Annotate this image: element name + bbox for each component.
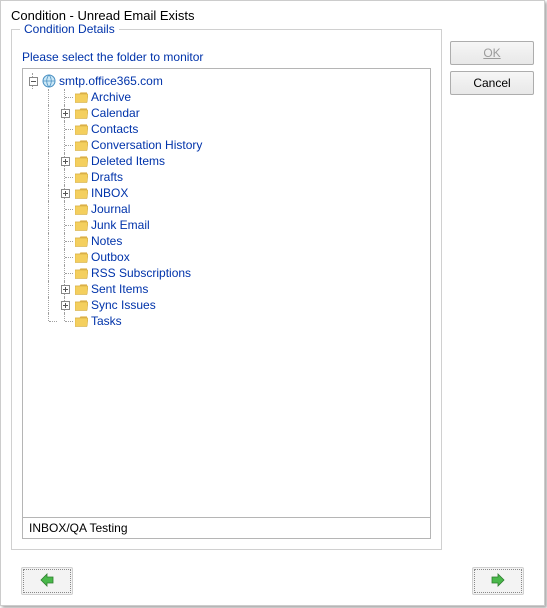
tree-node-label: Drafts: [89, 170, 123, 184]
folder-icon: [73, 217, 89, 233]
back-button[interactable]: [21, 567, 73, 595]
globe-icon: [41, 73, 57, 89]
folder-icon: [73, 265, 89, 281]
tree-folder-node[interactable]: Contacts: [25, 121, 428, 137]
tree-node-label: Archive: [89, 90, 131, 104]
tree-folder-node[interactable]: RSS Subscriptions: [25, 265, 428, 281]
tree-folder-node[interactable]: Notes: [25, 233, 428, 249]
tree-node-label: Journal: [89, 202, 130, 216]
folder-icon: [73, 185, 89, 201]
condition-details-group: Condition Details Please select the fold…: [11, 29, 442, 550]
cancel-button-label: Cancel: [473, 76, 510, 90]
folder-icon: [73, 201, 89, 217]
tree-node-label: RSS Subscriptions: [89, 266, 191, 280]
expand-icon[interactable]: [61, 157, 70, 166]
folder-icon: [73, 233, 89, 249]
folder-icon: [73, 137, 89, 153]
tree-folder-node[interactable]: INBOX: [25, 185, 428, 201]
tree-node-label: Calendar: [89, 106, 140, 120]
selected-path: INBOX/QA Testing: [22, 518, 431, 539]
folder-icon: [73, 105, 89, 121]
tree-node-label: smtp.office365.com: [57, 74, 163, 88]
tree-node-label: Outbox: [89, 250, 130, 264]
tree-node-label: Conversation History: [89, 138, 202, 152]
arrow-left-icon: [39, 573, 55, 590]
tree-folder-node[interactable]: Outbox: [25, 249, 428, 265]
tree-node-label: INBOX: [89, 186, 128, 200]
tree-folder-node[interactable]: Calendar: [25, 105, 428, 121]
tree-folder-node[interactable]: Sent Items: [25, 281, 428, 297]
tree-folder-node[interactable]: Sync Issues: [25, 297, 428, 313]
tree-folder-node[interactable]: Conversation History: [25, 137, 428, 153]
tree-folder-node[interactable]: Archive: [25, 89, 428, 105]
tree-folder-node[interactable]: Tasks: [25, 313, 428, 329]
ok-button-label: OK: [483, 46, 500, 60]
tree-node-label: Tasks: [89, 314, 122, 328]
folder-icon: [73, 297, 89, 313]
tree-folder-node[interactable]: Deleted Items: [25, 153, 428, 169]
expand-icon[interactable]: [61, 301, 70, 310]
tree-node-label: Notes: [89, 234, 122, 248]
tree-node-label: Junk Email: [89, 218, 150, 232]
tree-node-label: Sync Issues: [89, 298, 156, 312]
collapse-icon[interactable]: [29, 77, 38, 86]
folder-icon: [73, 153, 89, 169]
tree-folder-node[interactable]: Journal: [25, 201, 428, 217]
tree-folder-node[interactable]: Drafts: [25, 169, 428, 185]
tree-folder-node[interactable]: Junk Email: [25, 217, 428, 233]
tree-node-label: Deleted Items: [89, 154, 165, 168]
folder-icon: [73, 121, 89, 137]
prompt-label: Please select the folder to monitor: [22, 50, 431, 64]
folder-tree[interactable]: smtp.office365.com Archive Calendar Contact…: [22, 68, 431, 518]
expand-icon[interactable]: [61, 189, 70, 198]
arrow-right-icon: [490, 573, 506, 590]
ok-button[interactable]: OK: [450, 41, 534, 65]
expand-icon[interactable]: [61, 109, 70, 118]
tree-root-node[interactable]: smtp.office365.com: [25, 73, 428, 89]
folder-icon: [73, 281, 89, 297]
cancel-button[interactable]: Cancel: [450, 71, 534, 95]
expand-icon[interactable]: [61, 285, 70, 294]
folder-icon: [73, 89, 89, 105]
tree-node-label: Contacts: [89, 122, 138, 136]
folder-icon: [73, 313, 89, 329]
next-button[interactable]: [472, 567, 524, 595]
tree-node-label: Sent Items: [89, 282, 148, 296]
fieldset-legend: Condition Details: [20, 22, 119, 36]
folder-icon: [73, 249, 89, 265]
folder-icon: [73, 169, 89, 185]
